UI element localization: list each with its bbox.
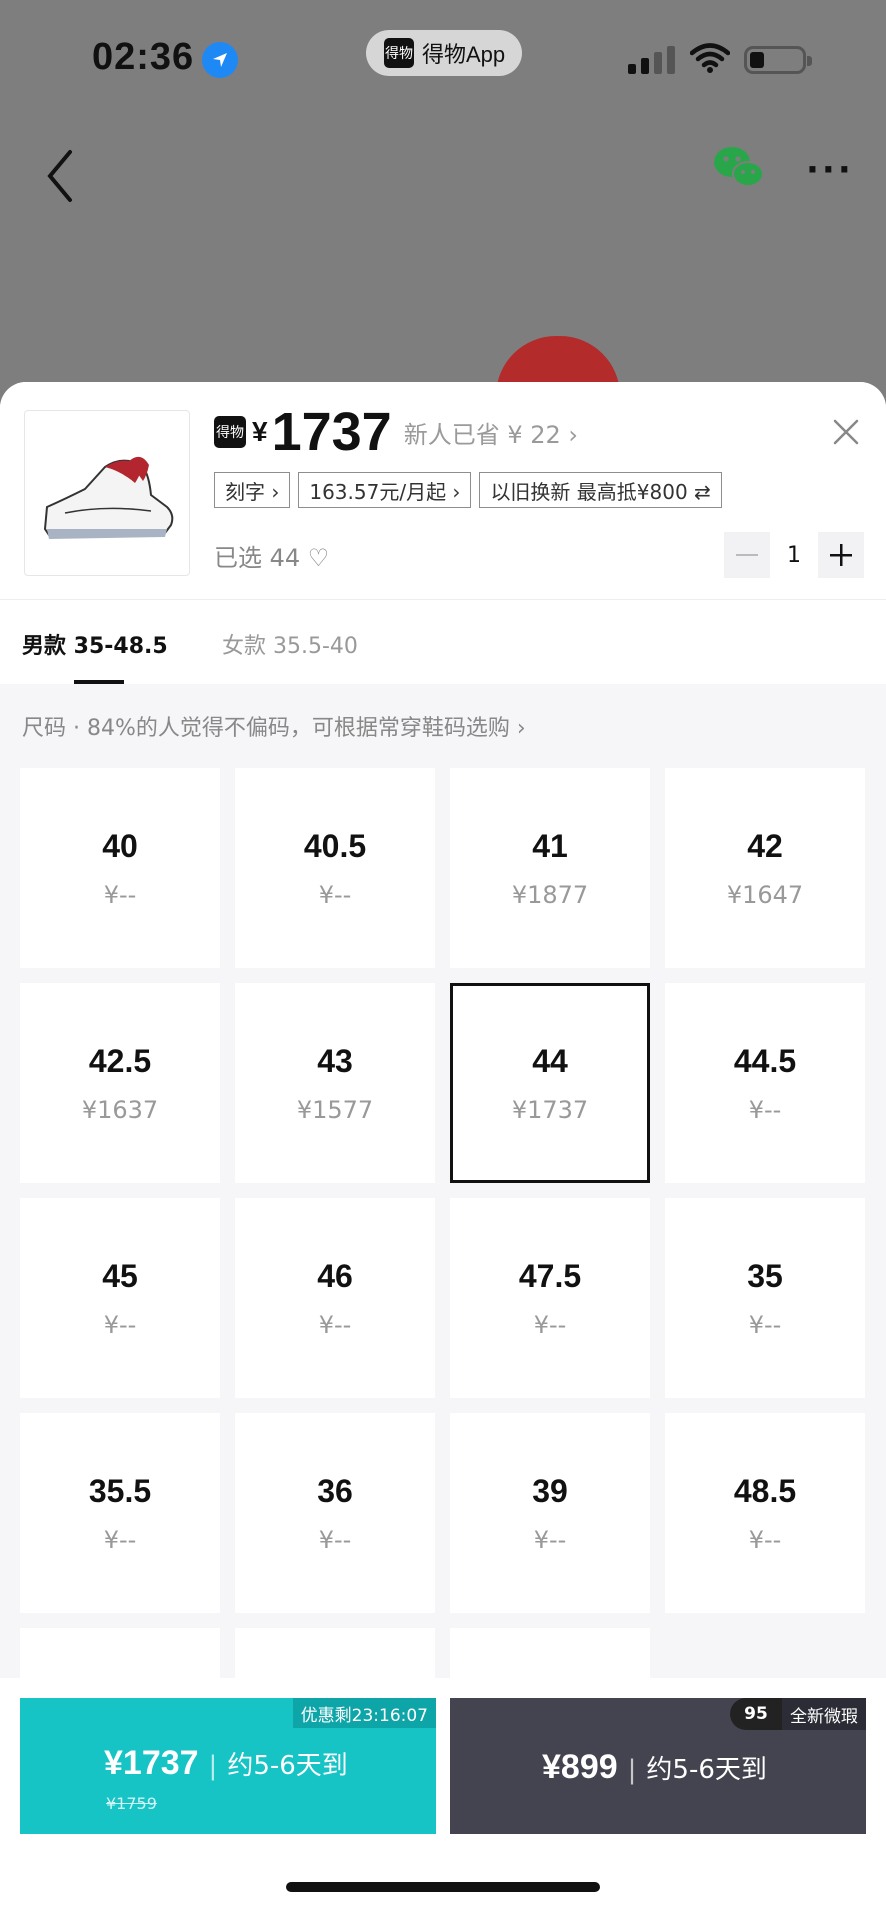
size-option[interactable]: 35 ¥-- (665, 1198, 865, 1398)
size-selection-sheet: 得物 ¥ 1737 新人已省 ¥ 22 › 刻字 › 163.57元/月起 › … (0, 382, 886, 1920)
95-logo-icon: 95 (730, 1698, 782, 1730)
engraving-tag[interactable]: 刻字 › (214, 472, 291, 508)
size-option[interactable]: 36 ¥-- (235, 1413, 435, 1613)
size-option[interactable]: 35.5 ¥-- (20, 1413, 220, 1613)
size-option[interactable]: 46 ¥-- (235, 1198, 435, 1398)
location-arrow-icon (202, 42, 238, 78)
product-thumbnail (24, 410, 190, 576)
gender-tabs: 男款 35-48.5 女款 35.5-40 (0, 600, 886, 684)
home-indicator[interactable] (286, 1882, 600, 1892)
battery-icon (744, 46, 812, 74)
back-to-app-pill[interactable]: 得物 得物App (366, 30, 522, 76)
battery-level (750, 52, 764, 68)
increase-quantity-button[interactable] (818, 532, 864, 578)
sheet-header: 得物 ¥ 1737 新人已省 ¥ 22 › 刻字 › 163.57元/月起 › … (0, 382, 886, 600)
back-button[interactable] (40, 146, 80, 206)
newcomer-saving-link[interactable]: 新人已省 ¥ 22 › (404, 415, 578, 450)
divider: | (208, 1751, 218, 1781)
size-option[interactable]: 47.5 ¥-- (450, 1198, 650, 1398)
wifi-icon (689, 42, 731, 78)
close-icon (833, 419, 859, 445)
delivery-eta: 约5-6天到 (227, 1751, 348, 1781)
buy-now-label: ¥1737 | 约5-6天到 (104, 1744, 348, 1783)
size-option[interactable]: 45 ¥-- (20, 1198, 220, 1398)
wechat-share-button[interactable] (712, 144, 766, 194)
size-option[interactable]: 48.5 ¥-- (665, 1413, 865, 1613)
like-new-price: ¥899 (542, 1748, 618, 1786)
more-options-button[interactable]: ··· (806, 150, 854, 190)
tab-men[interactable]: 男款 35-48.5 (22, 628, 168, 660)
size-option[interactable]: 40 ¥-- (20, 768, 220, 968)
size-option[interactable]: 42 ¥1647 (665, 768, 865, 968)
purchase-bar: 优惠剩23:16:07 ¥1737 | 约5-6天到 ¥1759 95 全新微瑕… (0, 1678, 886, 1920)
installment-tag[interactable]: 163.57元/月起 › (298, 472, 472, 508)
size-option[interactable]: 43 ¥1577 (235, 983, 435, 1183)
trade-in-tag[interactable]: 以旧换新 最高抵¥800 ⇄ (479, 472, 722, 508)
tab-women[interactable]: 女款 35.5-40 (222, 628, 358, 660)
product-price: 1737 (271, 402, 392, 462)
service-tags: 刻字 › 163.57元/月起 › 以旧换新 最高抵¥800 ⇄ (214, 472, 722, 508)
like-new-badge: 95 全新微瑕 (730, 1698, 866, 1730)
size-option[interactable]: 44.5 ¥-- (665, 983, 865, 1183)
divider: | (627, 1755, 637, 1785)
size-option[interactable]: 39 ¥-- (450, 1413, 650, 1613)
like-new-label: 全新微瑕 (782, 1698, 866, 1730)
size-option[interactable]: 40.5 ¥-- (235, 768, 435, 968)
app-name: 得物App (422, 42, 506, 67)
original-price: ¥1759 (106, 1794, 157, 1813)
currency-symbol: ¥ (252, 416, 268, 447)
app-logo-icon: 得物 (384, 38, 414, 68)
quantity-stepper: 1 (724, 532, 864, 578)
status-bar: 02:36 得物 得物App (0, 0, 886, 120)
size-option[interactable]: 41 ¥1877 (450, 768, 650, 968)
like-new-option-button[interactable]: 95 全新微瑕 ¥899 | 约5-6天到 (450, 1698, 866, 1834)
delivery-eta: 约5-6天到 (646, 1755, 767, 1785)
buy-price: ¥1737 (104, 1744, 199, 1782)
close-button[interactable] (830, 416, 862, 448)
size-option-selected[interactable]: 44 ¥1737 (450, 983, 650, 1183)
cellular-signal-icon (628, 46, 675, 74)
decrease-quantity-button[interactable] (724, 532, 770, 578)
brand-logo-icon: 得物 (214, 416, 246, 448)
selected-size-summary[interactable]: 已选 44 ♡ (214, 538, 329, 573)
status-time: 02:36 (92, 36, 195, 78)
like-new-price-label: ¥899 | 约5-6天到 (542, 1748, 767, 1787)
buy-now-button[interactable]: 优惠剩23:16:07 ¥1737 | 约5-6天到 ¥1759 (20, 1698, 436, 1834)
wechat-icon (714, 147, 764, 187)
size-option[interactable]: 42.5 ¥1637 (20, 983, 220, 1183)
size-fit-hint[interactable]: 尺码 · 84%的人觉得不偏码，可根据常穿鞋码选购 › (22, 710, 526, 742)
quantity-value: 1 (787, 542, 801, 568)
price-row: 得物 ¥ 1737 新人已省 ¥ 22 › (214, 402, 578, 462)
discount-countdown-badge: 优惠剩23:16:07 (292, 1698, 436, 1728)
